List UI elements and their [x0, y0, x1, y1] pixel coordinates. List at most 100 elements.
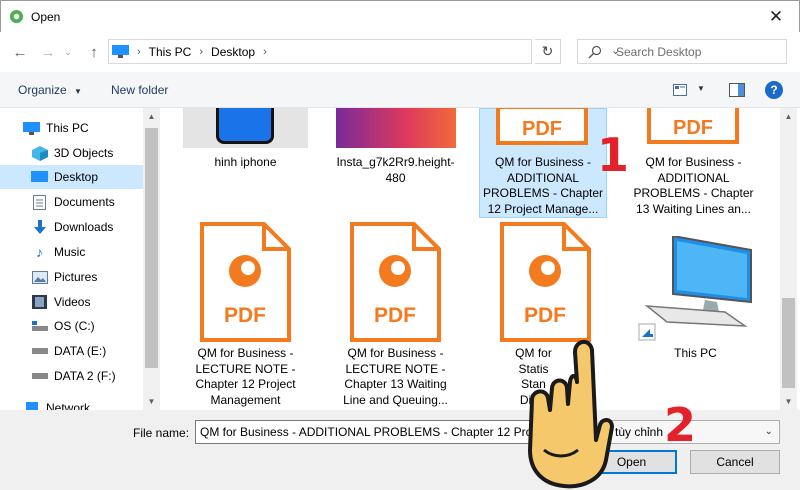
forward-button[interactable]: → — [38, 42, 58, 62]
sidebar-item-os-c[interactable]: OS (C:) — [0, 314, 143, 338]
sidebar-item-documents[interactable]: Documents — [0, 190, 143, 214]
organize-button[interactable]: Organize ▼ — [18, 83, 82, 97]
back-button[interactable]: ← — [10, 42, 30, 62]
window-title: Open — [31, 10, 61, 24]
sidebar-item-videos[interactable]: Videos — [0, 290, 143, 314]
file-name-line: LECTURE NOTE - — [195, 361, 296, 376]
arrow-up-icon: ↑ — [90, 43, 98, 61]
chevron-right-icon: › — [199, 45, 204, 58]
pictures-icon — [31, 270, 48, 285]
chevron-down-icon: ⌄ — [64, 46, 72, 57]
file-name-line: Line and Queuing... — [343, 392, 448, 407]
documents-icon — [31, 194, 48, 210]
3d-objects-icon — [31, 145, 48, 161]
chevron-right-icon: › — [263, 45, 267, 58]
pdf-icon: PDF — [200, 222, 291, 342]
chevron-down-icon: ⌄ — [764, 426, 773, 437]
file-name: hinh iphone — [214, 155, 277, 169]
up-button[interactable]: ↑ — [84, 42, 104, 62]
organize-label: Organize — [18, 83, 67, 97]
svg-text:PDF: PDF — [524, 304, 566, 327]
search-input[interactable]: Search Desktop — [577, 39, 787, 64]
title-bar: Open ✕ — [0, 0, 800, 32]
sidebar-scrollbar[interactable]: ▲ ▼ — [143, 108, 160, 410]
file-tile[interactable]: Insta_g7k2Rr9.height- 480 — [333, 108, 458, 220]
phone-thumbnail — [216, 108, 274, 144]
recent-locations-button[interactable]: ⌄ — [62, 42, 74, 62]
view-options-icon[interactable] — [673, 84, 687, 96]
sidebar-item-music[interactable]: ♪ Music — [0, 240, 143, 264]
file-name-line: LECTURE NOTE - — [345, 361, 446, 376]
file-name-label: File name: — [133, 426, 190, 440]
file-name-line: ADDITIONAL — [657, 170, 730, 185]
network-icon — [23, 401, 40, 411]
breadcrumb-this-pc[interactable]: This PC — [149, 45, 192, 59]
file-name-line: QM for Business - — [347, 346, 444, 360]
sidebar-item-network[interactable]: Network — [0, 396, 143, 410]
sidebar-item-data-e[interactable]: DATA (E:) — [0, 339, 143, 363]
sidebar-item-this-pc[interactable]: This PC — [0, 116, 143, 140]
files-scroll-thumb[interactable] — [782, 298, 795, 388]
close-button[interactable]: ✕ — [753, 1, 799, 32]
file-name-field[interactable]: QM for Business - ADDITIONAL PROBLEMS - … — [195, 420, 575, 444]
breadcrumb-desktop[interactable]: Desktop — [211, 45, 255, 59]
sidebar-item-pictures[interactable]: Pictures — [0, 265, 143, 289]
file-name-line: PROBLEMS - Chapter — [482, 186, 604, 200]
drive-icon — [31, 319, 48, 334]
file-tile-selected[interactable]: PDF QM for Business - ADDITIONAL PROBLEM… — [479, 108, 607, 218]
scroll-down-icon[interactable]: ▼ — [143, 393, 160, 410]
file-list: hinh iphone Insta_g7k2Rr9.height- 480 PD… — [163, 108, 780, 410]
new-folder-button[interactable]: New folder — [111, 83, 168, 97]
preview-pane-icon[interactable] — [729, 83, 745, 97]
svg-text:PDF: PDF — [224, 304, 266, 327]
drive-icon — [31, 344, 48, 359]
arrow-right-icon: → — [40, 43, 56, 61]
navigation-bar: ← → ⌄ ↑ › This PC › Desktop › ⌄ ↻ Search… — [0, 32, 800, 72]
pdf-icon: PDF — [647, 108, 739, 144]
pdf-icon: PDF — [500, 222, 591, 342]
search-icon — [588, 45, 602, 58]
caret-down-icon: ▼ — [74, 87, 82, 96]
file-name: This PC — [674, 346, 717, 360]
close-icon: ✕ — [768, 6, 784, 26]
sidebar-item-downloads[interactable]: Downloads — [0, 215, 143, 239]
file-tile[interactable]: PDF QM for Business - LECTURE NOTE - Cha… — [183, 220, 308, 410]
file-name-line: QM for Business - — [494, 155, 592, 169]
file-name-line: PROBLEMS - Chapter — [633, 186, 754, 200]
help-icon: ? — [770, 83, 778, 97]
this-pc-icon — [112, 45, 129, 58]
search-placeholder: Search Desktop — [616, 44, 702, 59]
sidebar-item-3d-objects[interactable]: 3D Objects — [0, 141, 143, 165]
pdf-icon: PDF — [350, 222, 441, 342]
app-icon — [9, 9, 24, 24]
refresh-button[interactable]: ↻ — [535, 39, 561, 64]
sidebar-item-data-2-f[interactable]: DATA 2 (F:) — [0, 364, 143, 388]
drive-icon — [31, 369, 48, 384]
help-button[interactable]: ? — [765, 81, 783, 99]
downloads-icon — [31, 219, 48, 235]
svg-text:PDF: PDF — [374, 304, 416, 327]
desktop-icon — [31, 170, 48, 185]
file-tile[interactable]: This PC — [633, 220, 758, 410]
scroll-up-icon[interactable]: ▲ — [780, 108, 797, 125]
file-tile[interactable]: hinh iphone — [183, 108, 308, 220]
sidebar-scroll-thumb[interactable] — [145, 128, 158, 368]
file-name-line: Chapter 12 Project — [195, 377, 296, 391]
file-tile[interactable]: PDF QM for Business - ADDITIONAL PROBLEM… — [631, 108, 756, 220]
address-bar[interactable]: › This PC › Desktop › ⌄ — [108, 39, 620, 64]
file-name-line: Chapter 13 Waiting — [344, 377, 447, 391]
view-dropdown-icon[interactable]: ▼ — [697, 84, 705, 93]
scroll-down-icon[interactable]: ▼ — [780, 393, 797, 410]
music-icon: ♪ — [36, 244, 43, 260]
file-tile[interactable]: PDF QM for Business - LECTURE NOTE - Cha… — [333, 220, 458, 410]
cancel-button[interactable]: Cancel — [690, 450, 780, 474]
file-name-line: Management — [210, 392, 281, 407]
scroll-up-icon[interactable]: ▲ — [143, 108, 160, 125]
sidebar-item-desktop[interactable]: Desktop — [0, 165, 143, 189]
file-name-line: 480 — [385, 170, 406, 185]
svg-text:PDF: PDF — [673, 117, 713, 139]
files-scrollbar[interactable]: ▲ ▼ — [780, 108, 797, 410]
arrow-left-icon: ← — [12, 43, 28, 61]
this-pc-icon — [638, 236, 752, 341]
chevron-right-icon: › — [137, 45, 141, 58]
